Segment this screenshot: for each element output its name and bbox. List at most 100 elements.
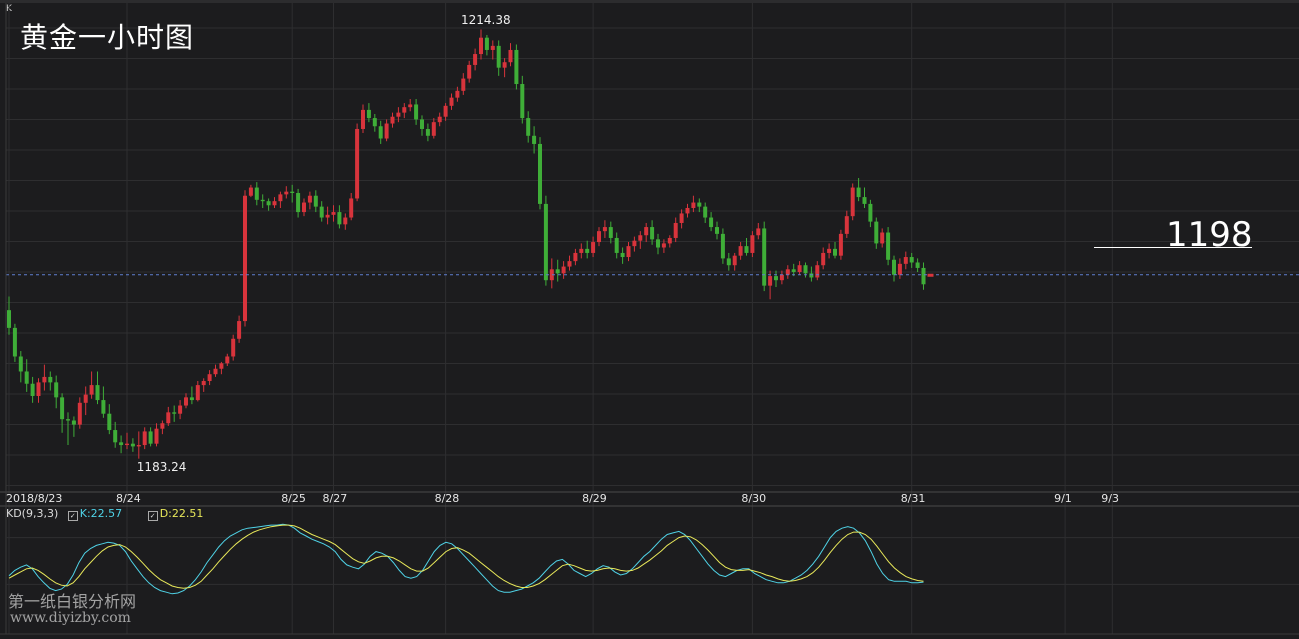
candle-body — [691, 202, 696, 208]
candle-body — [567, 261, 572, 267]
watermark-site-name: 第一纸白银分析网 — [8, 592, 137, 611]
candle-body — [750, 235, 755, 253]
candle-body — [809, 273, 814, 278]
candle-body — [490, 45, 495, 50]
candle-body — [349, 198, 354, 218]
candle-body — [520, 84, 525, 119]
candle-body — [178, 405, 183, 414]
candle-body — [597, 231, 601, 243]
candle-body — [732, 255, 737, 266]
candle-body — [856, 187, 861, 198]
candle-body — [543, 203, 548, 281]
candle-body — [107, 413, 112, 431]
candle-body — [484, 37, 489, 50]
candle-body — [95, 385, 100, 401]
candle-body — [685, 207, 690, 214]
candle-body — [715, 227, 719, 234]
x-axis-label: 8/30 — [741, 492, 767, 505]
candle-body — [237, 321, 242, 339]
candle-body — [673, 222, 678, 238]
candle-body — [54, 382, 59, 398]
high-price-label: 1214.38 — [461, 12, 511, 27]
candle-body — [136, 445, 141, 447]
candle-body — [868, 203, 873, 222]
candle-body — [319, 206, 324, 218]
candle-body — [774, 276, 778, 281]
candle-body — [479, 37, 483, 55]
candle-body — [785, 269, 790, 275]
current-price-dot — [927, 273, 934, 277]
candle-body — [502, 62, 507, 68]
candle-body — [225, 356, 230, 364]
candle-body — [638, 235, 643, 241]
candle-body — [172, 412, 177, 414]
candle-body — [667, 237, 672, 244]
chart-title: 黄金一小时图 — [20, 21, 195, 54]
d-value-label[interactable]: ✓ D:22.51 — [147, 507, 203, 521]
kd-legend: KD(9,3,3) ✓ K:22.57 ✓ D:22.51 — [6, 507, 203, 521]
price-chart-canvas[interactable] — [0, 0, 1299, 639]
candle-body — [113, 430, 118, 443]
candle-body — [48, 376, 53, 383]
candle-body — [656, 239, 660, 248]
candle-body — [414, 104, 419, 120]
candle-body — [897, 263, 902, 275]
candle-body — [125, 443, 129, 446]
candle-body — [166, 412, 171, 424]
candle-body — [579, 248, 584, 253]
candle-body — [77, 402, 82, 425]
candle-body — [833, 248, 837, 256]
candle-body — [709, 217, 714, 228]
candle-body — [160, 423, 165, 429]
candle-body — [756, 228, 761, 236]
candle-body — [821, 252, 826, 266]
x-axis-label: 9/1 — [1054, 492, 1072, 505]
candle-body — [355, 128, 360, 199]
candle-body — [231, 338, 236, 357]
candle-body — [892, 259, 896, 275]
candle-body — [880, 232, 885, 244]
k-value-label[interactable]: ✓ K:22.57 — [67, 507, 123, 521]
k-value-text: K:22.57 — [79, 507, 123, 520]
candle-body — [514, 49, 519, 85]
low-price-label: 1183.24 — [136, 459, 187, 474]
current-price-annotation: 1198 — [1166, 215, 1253, 255]
candle-body — [555, 269, 560, 274]
candle-body — [260, 199, 265, 202]
candle-body — [378, 126, 383, 139]
candle-body — [278, 194, 283, 202]
k-line — [8, 523, 924, 595]
candle-body — [538, 143, 542, 204]
candle-body — [36, 382, 41, 396]
candle-body — [614, 237, 619, 253]
candle-body — [248, 187, 253, 196]
candle-body — [461, 78, 466, 91]
candle-body — [343, 217, 348, 225]
candle-body — [697, 202, 702, 207]
candle-body — [201, 381, 206, 386]
candle-body — [195, 385, 200, 401]
candle-body — [874, 221, 879, 244]
x-axis-label: 8/31 — [900, 492, 926, 505]
candle-body — [284, 191, 289, 195]
candle-body — [850, 187, 855, 217]
candle-body — [425, 128, 430, 136]
candle-body — [390, 116, 395, 124]
candle-body — [561, 266, 566, 274]
candle-body — [402, 107, 407, 113]
k-checkbox-icon[interactable]: ✓ — [67, 511, 78, 521]
candle-body — [408, 104, 413, 108]
candle-body — [431, 122, 436, 136]
candle-body — [608, 227, 613, 238]
candle-body — [526, 118, 531, 136]
candle-body — [726, 258, 731, 266]
candle-body — [679, 213, 684, 223]
d-checkbox-icon[interactable]: ✓ — [147, 511, 158, 521]
candle-body — [154, 428, 159, 444]
candle-body — [366, 109, 371, 119]
candle-body — [243, 195, 247, 322]
candle-body — [532, 135, 537, 144]
candle-body — [184, 397, 188, 406]
x-axis-label: 8/28 — [434, 492, 460, 505]
candle-body — [420, 119, 424, 129]
